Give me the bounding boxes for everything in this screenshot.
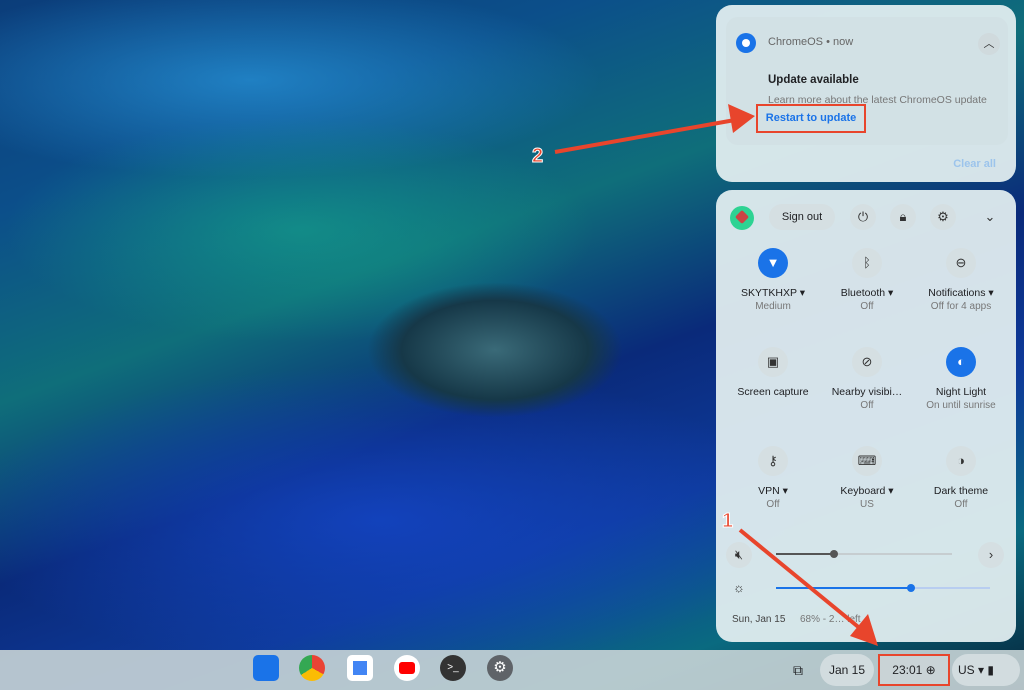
arrow-2: [554, 118, 736, 154]
arrow-1-head: [850, 614, 878, 646]
annotation-arrows: [554, 104, 878, 646]
arrow-1: [738, 528, 864, 632]
arrow-2-head: [728, 104, 755, 133]
annotation-step-2: 2: [531, 145, 544, 168]
annotation-step-1: 1: [721, 510, 734, 533]
